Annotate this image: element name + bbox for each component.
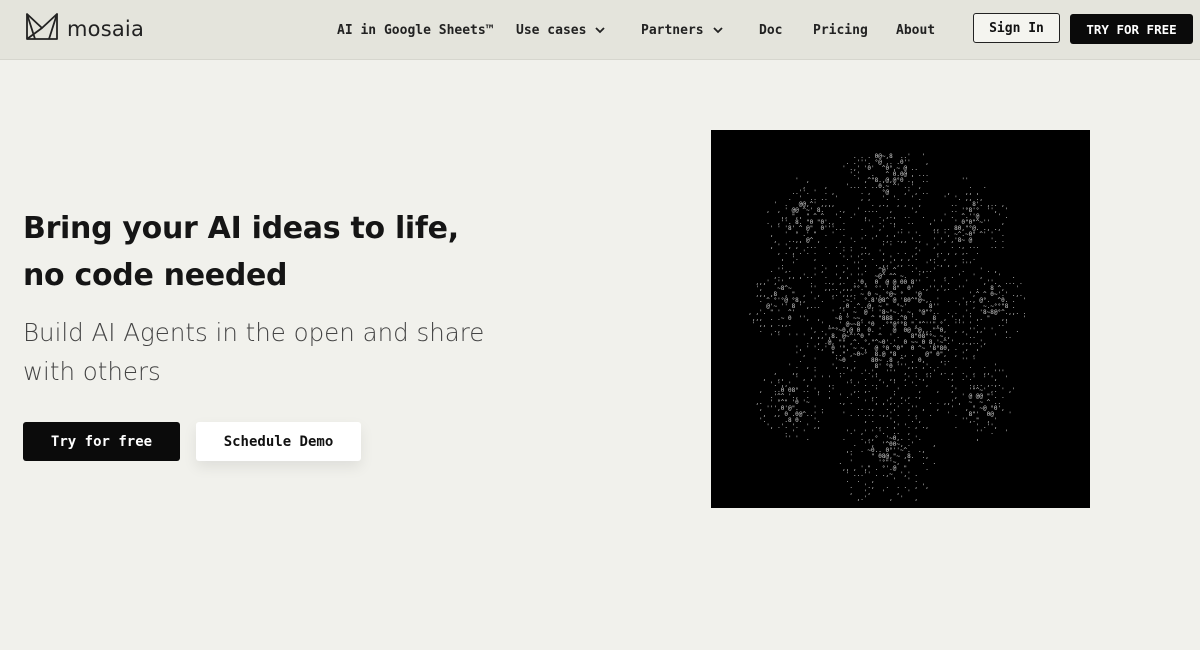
nav-item-label: Use cases xyxy=(516,22,587,38)
hero-title: Bring your AI ideas to life, no code nee… xyxy=(23,211,459,293)
nav-item-label: About xyxy=(896,22,936,38)
nav-item-doc[interactable]: Doc xyxy=(759,20,782,40)
ascii-art-canvas: . . . 0@~,8 ..' ' . .'''. °@ ,. .0'' , '… xyxy=(741,153,1048,502)
top-navbar: mosaia AI in Google Sheets™ Use cases Pa… xyxy=(0,0,1200,60)
nav-item-label: Partners xyxy=(641,22,704,38)
chevron-down-icon xyxy=(595,27,606,34)
nav-item-label: Pricing xyxy=(813,22,868,38)
schedule-demo-button[interactable]: Schedule Demo xyxy=(196,422,361,461)
hero-subtitle: Build AI Agents in the open and share wi… xyxy=(23,318,485,386)
sign-in-button[interactable]: Sign In xyxy=(973,13,1060,43)
nav-item-label: AI in Google Sheets™ xyxy=(337,22,494,38)
chevron-down-icon xyxy=(712,27,723,34)
nav-item-use-cases[interactable]: Use cases xyxy=(516,20,606,40)
nav-item-about[interactable]: About xyxy=(896,20,935,40)
try-for-free-button[interactable]: Try for free xyxy=(23,422,180,461)
nav-item-ai-in-google-sheets[interactable]: AI in Google Sheets™ xyxy=(337,20,494,40)
try-for-free-nav-button[interactable]: TRY FOR FREE xyxy=(1070,14,1193,44)
nav-item-label: Doc xyxy=(759,22,783,38)
nav-item-pricing[interactable]: Pricing xyxy=(813,20,868,40)
ascii-art-visual: . . . 0@~,8 ..' ' . .'''. °@ ,. .0'' , '… xyxy=(711,130,1090,508)
ascii-line: ,.' , ' , xyxy=(741,495,1048,502)
nav-item-partners[interactable]: Partners xyxy=(641,20,724,40)
